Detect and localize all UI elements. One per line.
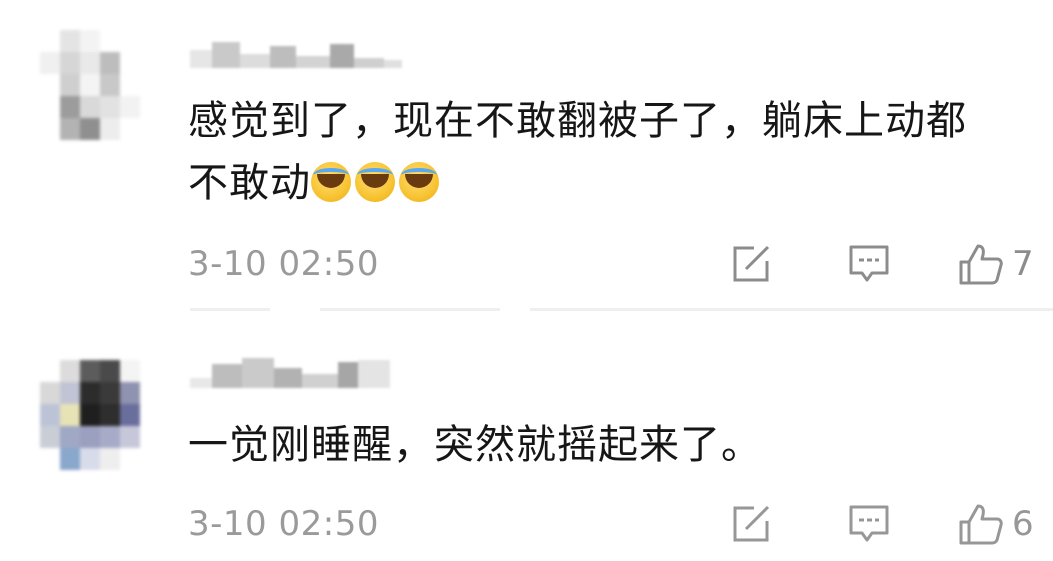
timestamp: 3-10 02:50: [188, 244, 379, 284]
repost-button[interactable]: [732, 242, 772, 286]
comment-text: 一觉刚睡醒，突然就摇起来了。: [188, 414, 1039, 476]
repost-button[interactable]: [732, 502, 772, 546]
timestamp: 3-10 02:50: [188, 504, 379, 544]
divider: [530, 308, 1053, 311]
comment-icon: [849, 245, 889, 282]
comment-text-line2: 不敢动: [188, 160, 311, 206]
username[interactable]: [190, 34, 402, 68]
avatar[interactable]: [40, 360, 160, 470]
repost-icon: [733, 505, 770, 542]
comment-button[interactable]: [848, 242, 890, 286]
like-count: 6: [1012, 504, 1034, 544]
comment-text: 感觉到了，现在不敢翻被子了，躺床上动都 不敢动: [188, 90, 1039, 214]
divider: [320, 308, 500, 311]
comment-button[interactable]: [848, 502, 890, 546]
thumbs-up-icon: [959, 504, 1003, 545]
comment-item: 一觉刚睡醒，突然就摇起来了。 3-10 02:50 6: [0, 312, 1053, 561]
like-button[interactable]: 7: [958, 242, 1034, 286]
like-count: 7: [1012, 244, 1034, 284]
crying-laughing-emoji-icon: [399, 162, 439, 202]
avatar[interactable]: [40, 30, 160, 140]
like-button[interactable]: 6: [958, 502, 1034, 546]
repost-icon: [733, 245, 770, 282]
crying-laughing-emoji-icon: [355, 162, 395, 202]
comment-meta: 3-10 02:50 7: [188, 242, 1053, 286]
comment-icon: [849, 505, 889, 542]
crying-laughing-emoji-icon: [311, 162, 351, 202]
comment-text-line: 感觉到了，现在不敢翻被子了，躺床上动都: [188, 98, 967, 144]
username[interactable]: [190, 354, 390, 388]
comment-text-line: 一觉刚睡醒，突然就摇起来了。: [188, 422, 762, 468]
comment-meta: 3-10 02:50 6: [188, 502, 1053, 546]
thumbs-up-icon: [959, 244, 1003, 285]
comment-text-line: 不敢动: [188, 152, 1039, 214]
divider: [190, 308, 270, 311]
comment-item: 感觉到了，现在不敢翻被子了，躺床上动都 不敢动 3-10 02:50 7: [0, 0, 1053, 312]
